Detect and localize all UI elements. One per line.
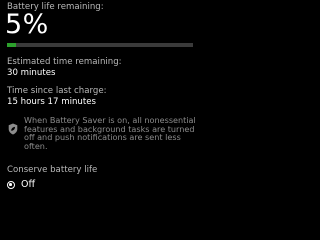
battery-percent: 5% [5, 9, 49, 40]
battery-level-fill [7, 43, 17, 47]
estimated-time-value: 30 minutes [7, 68, 56, 78]
estimated-time-label: Estimated time remaining: [7, 57, 122, 67]
conserve-battery-label: Conserve battery life [7, 165, 98, 175]
shield-leaf-icon [8, 123, 18, 135]
conserve-battery-state: Off [21, 179, 36, 190]
conserve-battery-toggle[interactable]: Off [7, 178, 35, 192]
toggle-radio-indicator[interactable] [7, 181, 15, 189]
battery-saver-screen: Battery life remaining: 5% Estimated tim… [0, 0, 200, 200]
time-since-charge-value: 15 hours 17 minutes [7, 97, 97, 107]
battery-saver-note: When Battery Saver is on, all nonessenti… [24, 115, 196, 151]
time-since-charge-label: Time since last charge: [7, 86, 107, 96]
battery-level-bar [7, 43, 193, 47]
